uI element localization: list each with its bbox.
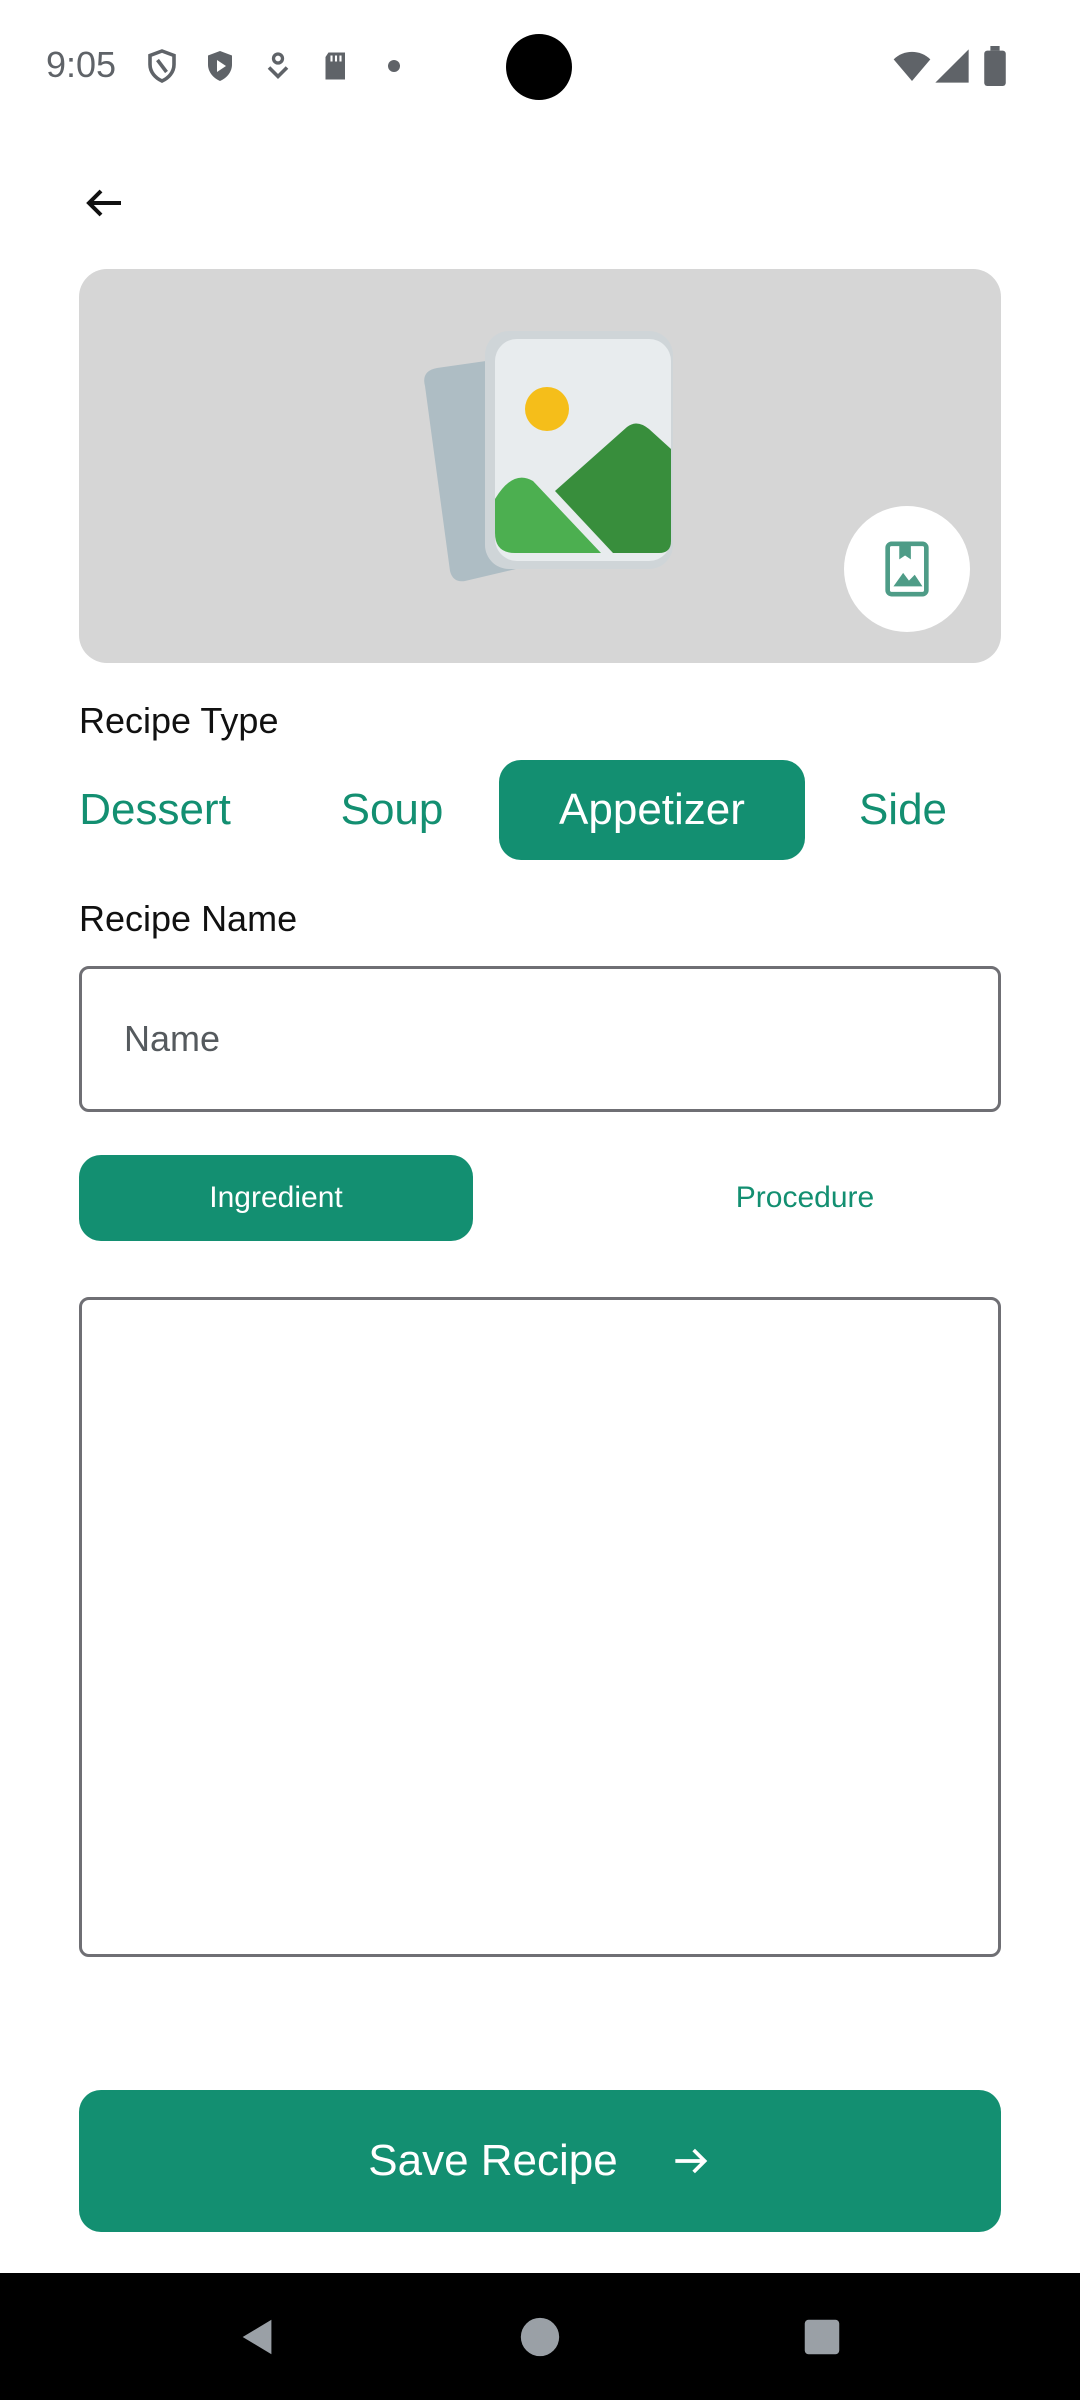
camera-cutout	[506, 34, 572, 100]
arrow-right-icon	[668, 2139, 712, 2183]
status-time: 9:05	[46, 44, 117, 85]
image-placeholder-icon	[424, 331, 673, 582]
nav-recents-button[interactable]	[772, 2273, 872, 2400]
navigation-bar	[0, 2273, 1080, 2400]
recipe-name-field[interactable]	[79, 966, 1001, 1112]
wifi-icon	[890, 46, 934, 86]
sd-card-icon	[318, 46, 354, 86]
download-icon	[260, 46, 296, 86]
gallery-icon	[885, 541, 929, 597]
save-recipe-label: Save Recipe	[368, 2136, 618, 2185]
recipe-image-card[interactable]	[79, 269, 1001, 663]
recipe-type-label: Recipe Type	[79, 700, 279, 741]
ingredient-text-area[interactable]	[79, 1297, 1001, 1957]
tab-ingredient[interactable]: Ingredient	[79, 1155, 473, 1241]
save-recipe-button[interactable]: Save Recipe	[79, 2090, 1001, 2232]
tab-procedure[interactable]: Procedure	[650, 1155, 960, 1241]
shield-icon	[144, 46, 180, 86]
chip-appetizer[interactable]: Appetizer	[499, 760, 805, 860]
back-button[interactable]	[72, 170, 138, 236]
recipe-name-input[interactable]	[82, 969, 998, 1109]
status-bar: 9:05	[0, 0, 1080, 132]
gallery-button[interactable]	[844, 506, 970, 632]
recipe-name-label: Recipe Name	[79, 898, 298, 939]
signal-icon	[932, 46, 972, 86]
recents-square-icon	[804, 2319, 840, 2354]
home-circle-icon	[520, 2317, 560, 2356]
arrow-left-icon	[86, 189, 121, 217]
nav-back-button[interactable]	[208, 2273, 308, 2400]
back-triangle-icon	[242, 2319, 272, 2354]
play-protect-icon	[202, 46, 238, 86]
ingredient-input[interactable]	[82, 1300, 998, 1954]
dot-icon	[376, 46, 412, 86]
battery-icon	[980, 46, 1010, 86]
nav-home-button[interactable]	[490, 2273, 590, 2400]
chip-soup[interactable]: Soup	[324, 760, 460, 860]
chip-side[interactable]: Side	[848, 760, 958, 860]
chip-dessert[interactable]: Dessert	[68, 760, 242, 860]
